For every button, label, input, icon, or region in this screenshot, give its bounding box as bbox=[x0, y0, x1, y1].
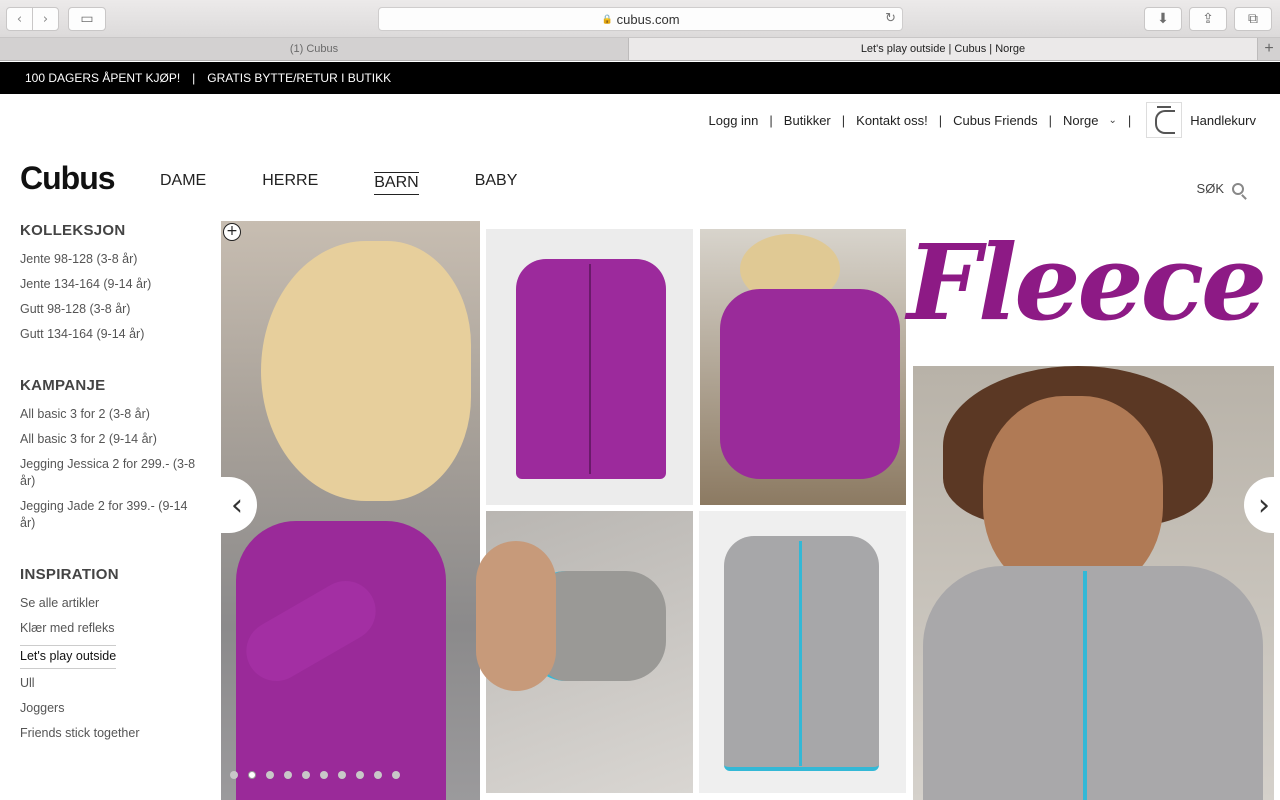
promo-open-purchase[interactable]: 100 DAGERS ÅPENT KJØP! bbox=[25, 71, 180, 85]
utility-nav: Logg inn | Butikker | Kontakt oss! | Cub… bbox=[709, 102, 1256, 138]
promo-free-return[interactable]: GRATIS BYTTE/RETUR I BUTIKK bbox=[207, 71, 391, 85]
section-kampanje: KAMPANJE All basic 3 for 2 (3-8 år) All … bbox=[20, 377, 200, 532]
carousel-dot-active[interactable] bbox=[248, 771, 256, 779]
share-icon[interactable]: ⇪ bbox=[1189, 7, 1227, 31]
sidebar-item-active[interactable]: Let's play outside bbox=[20, 645, 117, 669]
new-tab-icon[interactable]: + bbox=[1258, 38, 1280, 60]
nav-dame[interactable]: DAME bbox=[160, 172, 206, 195]
carousel-dot[interactable] bbox=[266, 771, 274, 779]
main-nav: DAME HERRE BARN BABY bbox=[160, 172, 573, 195]
nav-baby[interactable]: BABY bbox=[475, 172, 518, 195]
section-title: INSPIRATION bbox=[20, 566, 119, 583]
promo-bar: 100 DAGERS ÅPENT KJØP! | GRATIS BYTTE/RE… bbox=[0, 62, 1280, 94]
hero-carousel: Fleece + ‹ › bbox=[221, 221, 1280, 800]
history-buttons: ‹ › bbox=[6, 7, 59, 31]
carousel-dot[interactable] bbox=[230, 771, 238, 779]
carousel-dot[interactable] bbox=[392, 771, 400, 779]
photo-child-climbing[interactable] bbox=[700, 229, 906, 505]
photo-sleeve-cuff[interactable] bbox=[476, 511, 693, 793]
lock-icon: 🔒 bbox=[601, 13, 613, 24]
tab-bar: (1) Cubus Let's play outside | Cubus | N… bbox=[0, 38, 1280, 61]
sidebar-item[interactable]: Joggers bbox=[20, 700, 200, 717]
shopping-bag-icon[interactable] bbox=[1146, 102, 1183, 138]
sidebar-toggle-icon[interactable]: ▭ bbox=[68, 7, 106, 31]
carousel-dots bbox=[230, 771, 410, 779]
carousel-dot[interactable] bbox=[320, 771, 328, 779]
sidebar-item[interactable]: Gutt 98-128 (3-8 år) bbox=[20, 301, 200, 318]
tab-lets-play-outside[interactable]: Let's play outside | Cubus | Norge bbox=[629, 38, 1258, 60]
downloads-icon[interactable]: ⬇ bbox=[1144, 7, 1182, 31]
url-text: cubus.com bbox=[616, 11, 680, 27]
sidebar-item[interactable]: Klær med refleks bbox=[20, 620, 200, 637]
hero-headline: Fleece bbox=[907, 221, 1267, 344]
tabs-overview-icon[interactable]: ⧉ bbox=[1234, 7, 1272, 31]
address-bar[interactable]: 🔒 cubus.com ↻ bbox=[378, 7, 903, 31]
cubus-logo[interactable]: Cubus bbox=[20, 160, 116, 197]
cubus-friends-link[interactable]: Cubus Friends bbox=[953, 113, 1038, 128]
country-selector[interactable]: Norge bbox=[1063, 113, 1098, 128]
section-kolleksjon: KOLLEKSJON Jente 98-128 (3-8 år) Jente 1… bbox=[20, 222, 200, 343]
product-photo-purple-jacket[interactable] bbox=[486, 229, 693, 505]
back-icon[interactable]: ‹ bbox=[7, 8, 33, 30]
tab-cubus[interactable]: (1) Cubus bbox=[0, 38, 629, 60]
search-button[interactable]: SØK bbox=[1197, 181, 1244, 196]
sidebar-item[interactable]: Jegging Jessica 2 for 299.- (3-8 år) bbox=[20, 456, 200, 490]
category-sidebar: KOLLEKSJON Jente 98-128 (3-8 år) Jente 1… bbox=[20, 222, 200, 776]
cart-link[interactable]: Handlekurv bbox=[1190, 113, 1256, 128]
sidebar-item[interactable]: Ull bbox=[20, 675, 200, 692]
reload-icon[interactable]: ↻ bbox=[885, 11, 896, 26]
search-icon bbox=[1232, 182, 1244, 195]
sidebar-item[interactable]: Friends stick together bbox=[20, 725, 200, 742]
sidebar-item[interactable]: Jegging Jade 2 for 399.- (9-14 år) bbox=[20, 498, 200, 532]
carousel-dot[interactable] bbox=[284, 771, 292, 779]
section-inspiration: INSPIRATION Se alle artikler Klær med re… bbox=[20, 566, 200, 742]
chevron-down-icon[interactable]: ⌄ bbox=[1108, 115, 1116, 126]
plus-icon[interactable]: + bbox=[223, 223, 241, 241]
section-title: KOLLEKSJON bbox=[20, 222, 126, 239]
hero-photo-girl-purple-fleece[interactable] bbox=[221, 221, 480, 800]
sidebar-item[interactable]: All basic 3 for 2 (3-8 år) bbox=[20, 406, 200, 423]
section-title: KAMPANJE bbox=[20, 377, 106, 394]
carousel-dot[interactable] bbox=[356, 771, 364, 779]
sidebar-item[interactable]: Gutt 134-164 (9-14 år) bbox=[20, 326, 200, 343]
sidebar-item[interactable]: Jente 98-128 (3-8 år) bbox=[20, 251, 200, 268]
search-label: SØK bbox=[1196, 181, 1224, 196]
login-link[interactable]: Logg inn bbox=[709, 113, 759, 128]
carousel-dot[interactable] bbox=[302, 771, 310, 779]
sidebar-item[interactable]: All basic 3 for 2 (9-14 år) bbox=[20, 431, 200, 448]
product-photo-grey-jacket[interactable] bbox=[699, 511, 906, 793]
forward-icon[interactable]: › bbox=[33, 8, 58, 30]
nav-herre[interactable]: HERRE bbox=[262, 172, 318, 195]
nav-barn[interactable]: BARN bbox=[374, 172, 419, 195]
sidebar-item[interactable]: Se alle artikler bbox=[20, 595, 200, 612]
browser-toolbar: ‹ › ▭ 🔒 cubus.com ↻ ⬇ ⇪ ⧉ bbox=[0, 0, 1280, 38]
carousel-dot[interactable] bbox=[374, 771, 382, 779]
photo-girl-grey-fleece[interactable] bbox=[913, 366, 1274, 800]
stores-link[interactable]: Butikker bbox=[784, 113, 831, 128]
contact-link[interactable]: Kontakt oss! bbox=[856, 113, 928, 128]
sidebar-item[interactable]: Jente 134-164 (9-14 år) bbox=[20, 276, 200, 293]
carousel-dot[interactable] bbox=[338, 771, 346, 779]
